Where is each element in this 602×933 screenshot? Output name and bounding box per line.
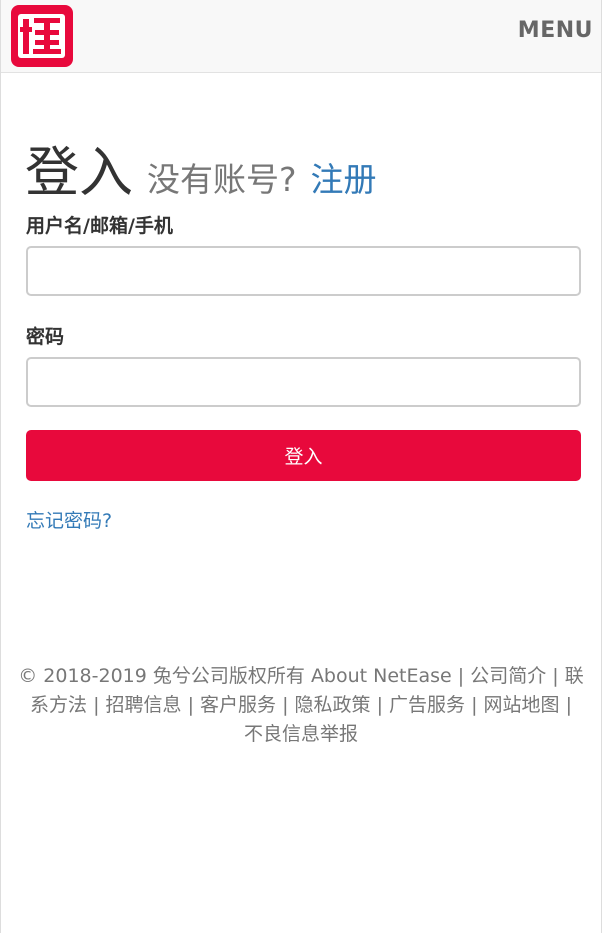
- username-label: 用户名/邮箱/手机: [26, 215, 173, 237]
- username-input[interactable]: [26, 246, 581, 296]
- register-link[interactable]: 注册: [311, 153, 377, 201]
- footer-link-service[interactable]: 客户服务: [200, 694, 276, 716]
- footer-link-about[interactable]: About NetEase: [311, 665, 452, 687]
- footer-link-company[interactable]: 公司简介: [470, 665, 546, 687]
- footer-link-sitemap[interactable]: 网站地图: [484, 694, 560, 716]
- guai-logo-icon[interactable]: [11, 5, 73, 67]
- menu-button[interactable]: MENU: [518, 18, 593, 43]
- footer-link-privacy[interactable]: 隐私政策: [295, 694, 371, 716]
- password-input[interactable]: [26, 357, 581, 407]
- footer-line-1: © 2018-2019 兔兮公司版权所有 About NetEase | 公司简…: [18, 665, 584, 687]
- forgot-password-link[interactable]: 忘记密码?: [26, 506, 112, 533]
- page-title: 登入: [25, 141, 133, 204]
- login-title-row: 登入 没有账号? 注册: [25, 128, 377, 207]
- footer-line-3: 不良信息举报: [1, 720, 601, 749]
- footer: © 2018-2019 兔兮公司版权所有 About NetEase | 公司简…: [1, 662, 601, 749]
- footer-link-ads[interactable]: 广告服务: [389, 694, 465, 716]
- footer-link-contact-part2[interactable]: 系方法: [30, 694, 87, 716]
- copyright-text: © 2018-2019 兔兮公司版权所有: [18, 665, 305, 687]
- footer-link-report[interactable]: 不良信息举报: [244, 723, 358, 745]
- footer-line-2: 系方法 | 招聘信息 | 客户服务 | 隐私政策 | 广告服务 | 网站地图 |: [30, 694, 572, 716]
- footer-link-contact-part1[interactable]: 联: [565, 665, 584, 687]
- top-navbar: MENU: [1, 0, 601, 73]
- page-frame: MENU 登入 没有账号? 注册 用户名/邮箱/手机 密码 登入 忘记密码? ©…: [0, 0, 602, 933]
- password-label: 密码: [26, 326, 65, 348]
- footer-link-jobs[interactable]: 招聘信息: [106, 694, 182, 716]
- no-account-text: 没有账号?: [147, 160, 297, 199]
- login-button[interactable]: 登入: [26, 430, 581, 481]
